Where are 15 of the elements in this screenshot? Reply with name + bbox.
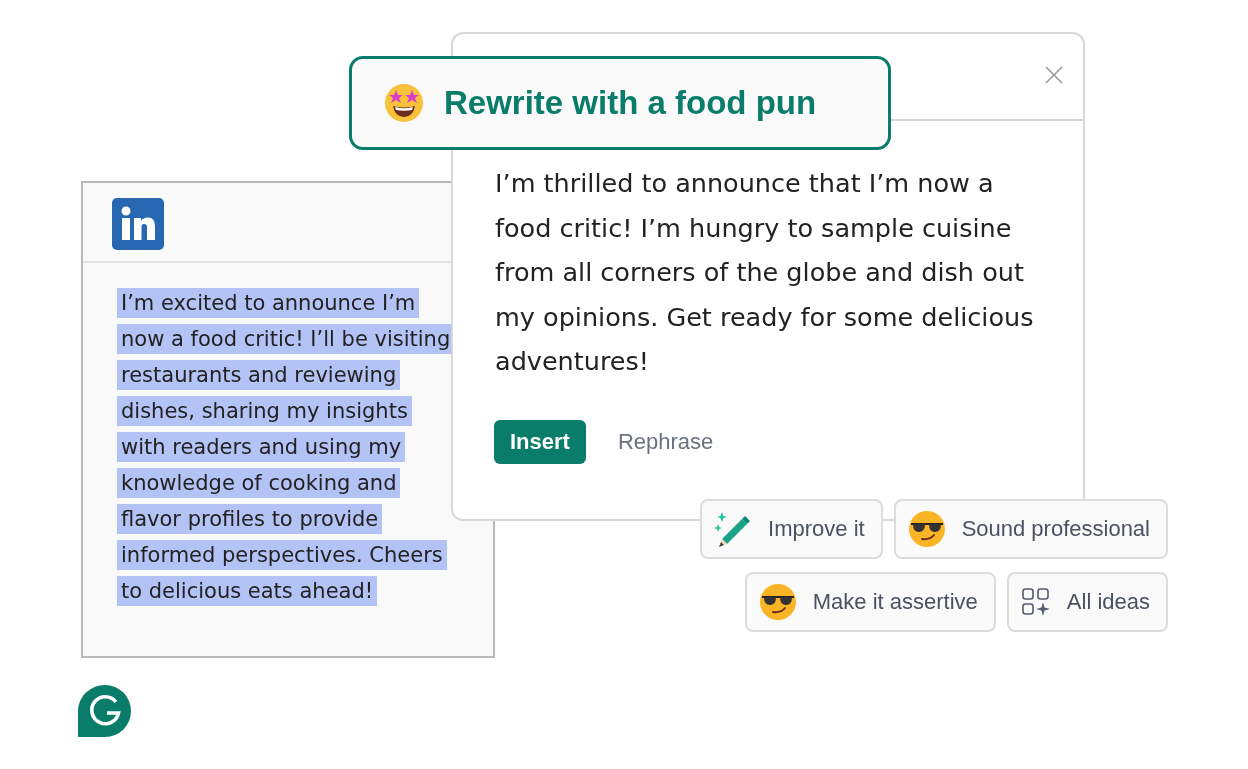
- suggestion-chip[interactable]: All ideas: [1006, 572, 1168, 632]
- sunglasses-face-icon: [758, 583, 797, 621]
- sunglasses-face-icon: [907, 510, 946, 548]
- star-struck-face-icon: [384, 83, 424, 123]
- linkedin-logo-icon: [112, 198, 164, 250]
- suggestion-chip[interactable]: Sound professional: [893, 499, 1168, 559]
- insert-button[interactable]: Insert: [494, 419, 586, 464]
- suggestion-chip[interactable]: Make it assertive: [744, 572, 996, 632]
- rephrase-button[interactable]: Rephrase: [607, 428, 724, 455]
- grid-sparkle-icon: [1020, 587, 1051, 617]
- suggestion-chip[interactable]: Improve it: [700, 499, 883, 559]
- g-logo-icon: [78, 685, 132, 737]
- rewrite-result-text: I’m thrilled to announce that I’m now a food critic! I’m hungry to sample cuisine from all corners of the globe and dish out my opinions. Get ready for some delicious adventures!: [495, 167, 1035, 378]
- close-icon[interactable]: [1045, 65, 1063, 84]
- prompt-text: Rewrite with a food pun: [444, 84, 817, 122]
